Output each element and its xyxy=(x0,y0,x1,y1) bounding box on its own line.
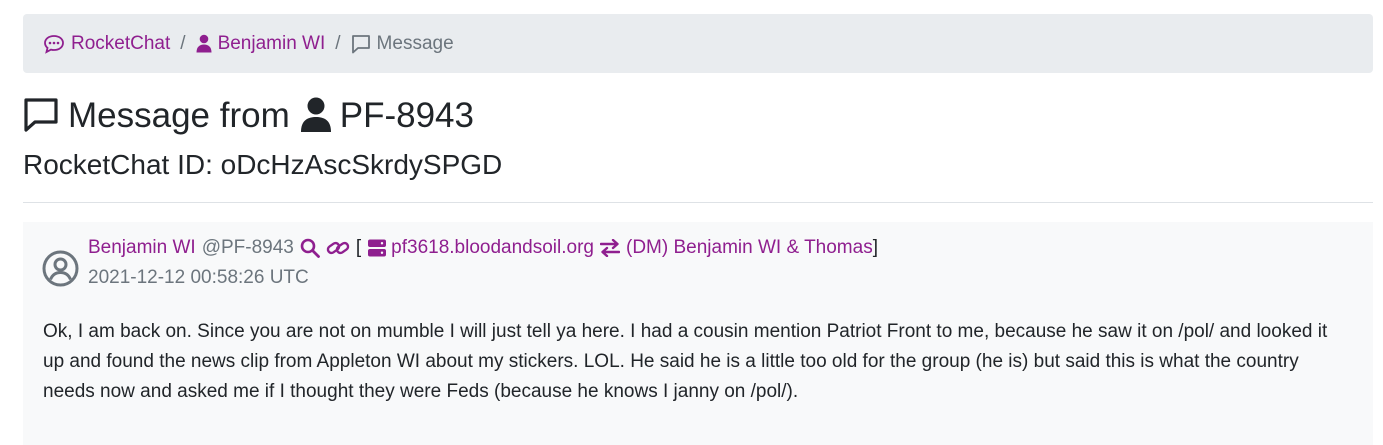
server-link[interactable]: pf3618.bloodandsoil.org xyxy=(391,236,594,260)
rocketchat-id: RocketChat ID: oDcHzAscSkrdySPGD xyxy=(23,149,503,180)
breadcrumb-user[interactable]: Benjamin WI xyxy=(196,32,326,55)
message-square-icon xyxy=(351,34,371,54)
bracket-close: ] xyxy=(872,237,878,258)
channel-link[interactable]: (DM) Benjamin WI & Thomas xyxy=(626,236,873,260)
message-timestamp: 2021-12-12 00:58:26 UTC xyxy=(88,267,309,288)
link-icon[interactable] xyxy=(326,238,350,258)
page-title: Message from PF-8943 xyxy=(23,93,474,137)
search-icon[interactable] xyxy=(300,238,320,258)
breadcrumb-label: Benjamin WI xyxy=(217,32,326,54)
user-icon xyxy=(300,97,332,133)
breadcrumb-separator: / xyxy=(335,32,341,54)
message-body: Ok, I am back on. Since you are not on m… xyxy=(43,321,1328,402)
breadcrumb-message: Message xyxy=(351,33,454,55)
title-prefix: Message from xyxy=(68,95,290,135)
divider xyxy=(23,202,1373,203)
breadcrumb-separator: / xyxy=(180,32,186,54)
breadcrumb-label: RocketChat xyxy=(71,32,171,54)
bracket-open: [ xyxy=(355,237,362,258)
server-icon xyxy=(367,238,387,258)
author-name-link[interactable]: Benjamin WI xyxy=(88,236,196,260)
breadcrumb-label: Message xyxy=(376,32,454,54)
author-handle: @PF-8943 xyxy=(201,237,294,258)
breadcrumb-rocketchat[interactable]: RocketChat xyxy=(43,33,170,55)
avatar-placeholder-icon xyxy=(42,250,79,287)
breadcrumb: RocketChat / Benjamin WI / Message xyxy=(23,14,1373,73)
message-meta: Benjamin WI @PF-8943 [ pf3618.bloodandso… xyxy=(88,236,878,260)
title-user: PF-8943 xyxy=(339,95,474,135)
chat-dots-icon xyxy=(43,34,65,54)
user-icon xyxy=(196,34,212,53)
message-square-icon xyxy=(23,97,59,133)
message-card: Benjamin WI @PF-8943 [ pf3618.bloodandso… xyxy=(23,222,1373,445)
arrows-exchange-icon xyxy=(600,239,620,257)
